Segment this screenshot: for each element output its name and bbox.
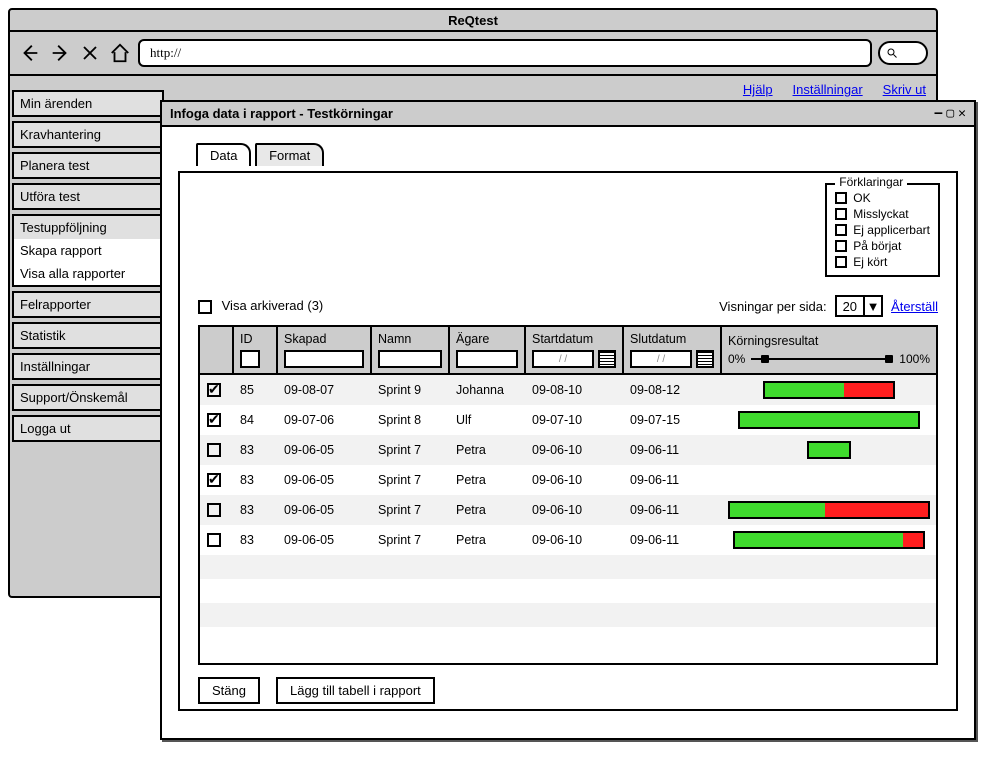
nav-item[interactable]: Felrapporter [14, 293, 162, 316]
settings-link[interactable]: Inställningar [793, 82, 863, 97]
reset-link[interactable]: Återställ [891, 299, 938, 314]
checkbox-icon [835, 240, 847, 252]
per-page-label: Visningar per sida: [719, 299, 826, 314]
app-title-bar: ReQtest [10, 10, 936, 32]
url-input[interactable]: http:// [138, 39, 872, 67]
legend-item: OK [835, 191, 930, 205]
table-row: 8509-08-07Sprint 9Johanna09-08-1009-08-1… [200, 375, 936, 405]
minimize-icon[interactable]: – [935, 106, 943, 121]
nav-item[interactable]: Logga ut [14, 417, 162, 440]
table-row: 8409-07-06Sprint 8Ulf09-07-1009-07-15 [200, 405, 936, 435]
dialog-title-bar: Infoga data i rapport - Testkörningar – … [162, 102, 974, 127]
row-checkbox[interactable] [207, 503, 221, 517]
checkbox-icon [198, 300, 212, 314]
nav-item[interactable]: Testuppföljning [14, 216, 162, 239]
legend-box: Förklaringar OKMisslyckatEj applicerbart… [825, 183, 940, 277]
filter-start-date[interactable]: / / [532, 350, 594, 368]
table-row: 8309-06-05Sprint 7Petra09-06-1009-06-11 [200, 465, 936, 495]
chevron-down-icon: ▼ [863, 297, 881, 315]
legend-title: Förklaringar [835, 175, 907, 189]
app-title: ReQtest [448, 13, 498, 28]
row-checkbox[interactable] [207, 473, 221, 487]
forward-icon[interactable] [48, 41, 72, 65]
nav-item[interactable]: Visa alla rapporter [14, 262, 162, 285]
top-links: Hjälp Inställningar Skriv ut [743, 82, 926, 97]
legend-item: Ej applicerbart [835, 223, 930, 237]
range-slider[interactable] [751, 358, 893, 360]
col-agare: Ägare [456, 332, 518, 346]
show-archived-checkbox[interactable]: Visa arkiverad (3) [198, 298, 323, 314]
close-button[interactable]: Stäng [198, 677, 260, 704]
col-skapad: Skapad [284, 332, 364, 346]
nav-item[interactable]: Planera test [14, 154, 162, 177]
browser-toolbar: http:// [10, 32, 936, 76]
nav-item[interactable]: Utföra test [14, 185, 162, 208]
print-link[interactable]: Skriv ut [883, 82, 926, 97]
filter-namn[interactable] [378, 350, 442, 368]
left-nav: Min ärenden Kravhantering Planera test Utfö… [12, 90, 164, 446]
range-high: 100% [899, 352, 930, 366]
tab-bar: Data Format [196, 143, 958, 171]
row-checkbox[interactable] [207, 443, 221, 457]
tab-panel: Förklaringar OK Misslyckat Ej applicerbart… [178, 171, 958, 711]
close-icon[interactable]: ✕ [958, 106, 966, 121]
col-start: Startdatum [532, 332, 616, 346]
back-icon[interactable] [18, 41, 42, 65]
checkbox-icon [835, 224, 847, 236]
table-row: 8309-06-05Sprint 7Petra09-06-1009-06-11 [200, 435, 936, 465]
checkbox-icon [835, 192, 847, 204]
row-checkbox[interactable] [207, 533, 221, 547]
legend-item: På börjat [835, 239, 930, 253]
nav-item[interactable]: Statistik [14, 324, 162, 347]
tab-format[interactable]: Format [255, 143, 324, 166]
dialog-buttons: Stäng Lägg till tabell i rapport [198, 677, 938, 704]
filter-end-date[interactable]: / / [630, 350, 692, 368]
checkbox-icon [835, 256, 847, 268]
filter-id[interactable] [240, 350, 260, 368]
data-grid: ID Skapad Namn Ägare [198, 325, 938, 665]
row-checkbox[interactable] [207, 383, 221, 397]
controls-row: Visa arkiverad (3) Visningar per sida: 2… [198, 295, 938, 317]
legend-item: Ej kört [835, 255, 930, 269]
nav-item[interactable]: Min ärenden [14, 92, 162, 115]
maximize-icon[interactable]: ▢ [946, 106, 954, 121]
window-controls: – ▢ ✕ [935, 106, 966, 121]
per-page-select[interactable]: 20 ▼ [835, 295, 883, 317]
nav-item[interactable]: Support/Önskemål [14, 386, 162, 409]
search-pill[interactable] [878, 41, 928, 65]
row-checkbox[interactable] [207, 413, 221, 427]
col-result: Körningsresultat [728, 334, 930, 348]
filter-skapad[interactable] [284, 350, 364, 368]
calendar-icon[interactable] [598, 350, 616, 368]
nav-item[interactable]: Kravhantering [14, 123, 162, 146]
nav-item[interactable]: Skapa rapport [14, 239, 162, 262]
col-slut: Slutdatum [630, 332, 714, 346]
table-row: 8309-06-05Sprint 7Petra09-06-1009-06-11 [200, 495, 936, 525]
insert-data-dialog: Infoga data i rapport - Testkörningar – … [160, 100, 976, 740]
col-id: ID [240, 332, 270, 346]
stop-icon[interactable] [78, 41, 102, 65]
table-row: 8309-06-05Sprint 7Petra09-06-1009-06-11 [200, 525, 936, 555]
tab-data[interactable]: Data [196, 143, 251, 166]
home-icon[interactable] [108, 41, 132, 65]
filter-agare[interactable] [456, 350, 518, 368]
checkbox-icon [835, 208, 847, 220]
legend-item: Misslyckat [835, 207, 930, 221]
range-low: 0% [728, 352, 745, 366]
grid-header: ID Skapad Namn Ägare [200, 327, 936, 375]
dialog-title: Infoga data i rapport - Testkörningar [170, 106, 393, 121]
help-link[interactable]: Hjälp [743, 82, 773, 97]
add-table-button[interactable]: Lägg till tabell i rapport [276, 677, 435, 704]
col-namn: Namn [378, 332, 442, 346]
calendar-icon[interactable] [696, 350, 714, 368]
nav-item[interactable]: Inställningar [14, 355, 162, 378]
